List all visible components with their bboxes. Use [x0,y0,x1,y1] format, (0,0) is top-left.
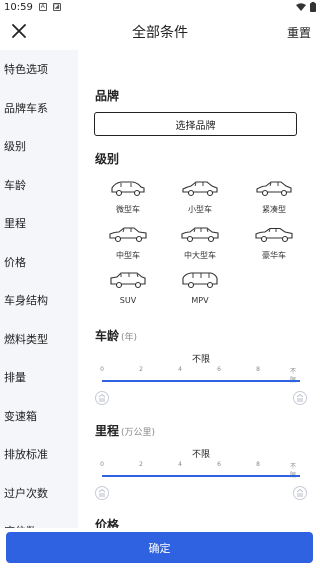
close-icon [12,24,26,38]
bottom-bar: 确定 [0,528,320,571]
mileage-tick: 2 [139,461,143,468]
mileage-tick: 6 [217,461,221,468]
level-label: 中型车 [116,251,140,260]
age-range-value: 不限 [191,355,210,365]
price-section-title: 价格 [95,518,120,528]
level-compact[interactable]: 紧凑型 [234,178,314,224]
level-suv[interactable]: SUV [88,270,168,316]
level-label: SUV [119,296,137,305]
level-midsize[interactable]: 中型车 [88,224,168,270]
age-range-ticks: 0 2 4 6 8 不限 [100,366,302,384]
status-time: 10:59 [4,1,33,13]
level-luxury[interactable]: 豪华车 [234,224,314,270]
sidebar-item-displacement[interactable]: 排量 [0,358,78,397]
mileage-title-text: 里程 [95,424,120,438]
image-notification-icon: ◪ [52,3,61,11]
age-title-text: 车龄 [95,329,120,343]
small-car-icon [182,181,218,197]
sidebar-item-age[interactable]: 车龄 [0,166,78,205]
mileage-unit: (万公里) [121,428,156,438]
mileage-tick: 8 [256,461,260,468]
age-section-title: 车龄 (年) [95,327,137,344]
age-tick: 4 [178,366,182,373]
compact-car-icon [256,181,292,197]
sidebar-item-transmission[interactable]: 变速箱 [0,397,78,436]
level-label: 小型车 [188,205,212,214]
sidebar-item-transfers[interactable]: 过户次数 [0,474,78,513]
wifi-icon [296,3,306,11]
level-small[interactable]: 小型车 [160,178,240,224]
sidebar-item-brand[interactable]: 品牌车系 [0,89,78,128]
luxury-car-icon [255,227,293,243]
mini-car-icon [111,181,145,197]
mileage-range-value: 不限 [191,450,210,460]
level-mpv[interactable]: MPV [160,270,240,316]
sidebar-item-body[interactable]: 车身结构 [0,281,78,320]
sidebar-item-emission[interactable]: 排放标准 [0,435,78,474]
age-range-slider[interactable]: 不限 0 2 4 6 8 不限 [95,352,307,412]
slider-grip-icon [98,394,106,402]
midsize-car-icon [109,227,147,243]
level-label: 紧凑型 [262,205,286,214]
sidebar-item-level[interactable]: 级别 [0,127,78,166]
mileage-range-slider[interactable]: 不限 0 2 4 6 8 不限 [95,447,307,507]
mileage-range-track [102,475,300,477]
mileage-range-ticks: 0 2 4 6 8 不限 [100,461,302,479]
level-label: 中大型车 [184,251,216,260]
age-tick: 6 [217,366,221,373]
notification-icon: A [38,3,47,11]
slider-grip-icon [296,394,304,402]
age-range-track [102,380,300,382]
level-section-title: 级别 [95,152,120,166]
mileage-min-handle[interactable] [95,486,109,500]
suv-icon [110,272,146,289]
mileage-tick: 0 [100,461,104,468]
level-large[interactable]: 中大型车 [160,224,240,270]
sidebar-item-mileage[interactable]: 里程 [0,204,78,243]
level-label: 微型车 [116,205,140,214]
age-tick: 0 [100,366,104,373]
level-mini[interactable]: 微型车 [88,178,168,224]
age-tick: 8 [256,366,260,373]
brand-section-title: 品牌 [95,89,120,103]
sidebar-item-fuel[interactable]: 燃料类型 [0,320,78,359]
status-bar: 10:59 A ◪ [0,0,320,14]
select-brand-button[interactable]: 选择品牌 [94,112,297,136]
slider-grip-icon [296,489,304,497]
age-tick: 2 [139,366,143,373]
filter-content: 品牌 选择品牌 级别 微型车 小型车 紧凑型 中型车 中大型车 豪华车 SUV … [80,50,320,528]
slider-grip-icon [98,489,106,497]
sidebar-item-price[interactable]: 价格 [0,243,78,282]
age-unit: (年) [121,333,138,343]
age-max-handle[interactable] [293,391,307,405]
large-car-icon [181,227,219,243]
mileage-tick: 4 [178,461,182,468]
mileage-max-handle[interactable] [293,486,307,500]
battery-icon [310,2,316,12]
level-label: 豪华车 [262,251,286,260]
age-min-handle[interactable] [95,391,109,405]
sidebar: 特色选项 品牌车系 级别 车龄 里程 价格 车身结构 燃料类型 排量 变速箱 排… [0,50,78,528]
sidebar-item-features[interactable]: 特色选项 [0,50,78,89]
header: 全部条件 重置 [0,14,320,50]
level-label: MPV [191,296,209,305]
page-title: 全部条件 [132,25,188,41]
reset-button[interactable]: 重置 [287,24,311,41]
sidebar-item-seats[interactable]: 座位数 [0,512,78,528]
mileage-section-title: 里程 (万公里) [95,422,155,439]
close-button[interactable] [8,20,30,42]
confirm-button[interactable]: 确定 [6,532,313,563]
mpv-icon [182,272,218,289]
